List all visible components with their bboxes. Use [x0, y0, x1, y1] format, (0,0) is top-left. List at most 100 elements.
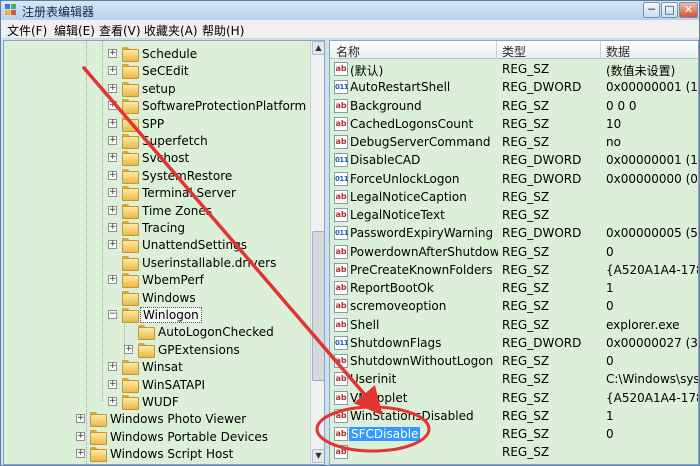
value-type: REG_SZ — [502, 372, 550, 387]
maximize-button[interactable]: □ — [661, 2, 678, 18]
table-row[interactable]: ab Background REG_SZ 0 0 0 — [330, 97, 698, 115]
close-button[interactable]: ✕ — [679, 2, 698, 18]
table-row[interactable]: abVMApplet REG_SZ {A520A1A4-1780-4 — [330, 389, 698, 407]
menu-view[interactable]: 查看(V) — [99, 22, 141, 39]
value-type: REG_SZ — [502, 98, 550, 113]
expand-icon[interactable]: + — [108, 153, 117, 163]
value-name: LegalNoticeCaption — [350, 189, 467, 204]
expand-icon[interactable]: + — [124, 344, 133, 354]
expand-icon[interactable]: + — [76, 414, 85, 424]
tree-item[interactable]: + SPP — [4, 116, 304, 133]
table-row[interactable]: 011 PasswordExpiryWarning REG_DWORD 0x00000… — [330, 224, 698, 242]
expand-icon[interactable]: + — [108, 118, 117, 128]
table-row[interactable]: ab ShutdownWithoutLogon REG_SZ 0 — [330, 352, 698, 370]
expand-icon[interactable]: + — [108, 66, 117, 76]
table-row[interactable]: ab LegalNoticeText REG_SZ — [330, 206, 698, 224]
table-row[interactable]: ab Shell REG_SZ explorer.exe — [330, 316, 698, 334]
tree-item[interactable]: + Windows Photo Viewer — [4, 411, 304, 428]
expand-icon[interactable]: + — [108, 223, 117, 232]
collapse-icon[interactable]: − — [108, 310, 117, 319]
expand-icon[interactable]: + — [108, 170, 117, 180]
table-row[interactable]: 011ShutdownFlags REG_DWORD 0x00000027 (39) — [330, 334, 698, 352]
expand-icon[interactable]: + — [76, 431, 85, 441]
tree-item[interactable]: + Time Zones — [4, 203, 304, 220]
registry-tree-pane[interactable]: + Schedule + SeCEdit + setup + SoftwareProtecti… — [3, 40, 325, 465]
table-row[interactable]: ab WinStationsDisabled REG_SZ 1 — [330, 407, 698, 425]
expand-icon[interactable]: + — [108, 101, 117, 111]
value-name: Shell — [350, 317, 380, 332]
value-type: REG_DWORD — [502, 80, 582, 95]
folder-icon — [138, 342, 155, 358]
tree-item[interactable]: + UnattendSettings — [4, 237, 304, 254]
tree-item[interactable]: + GPExtensions — [4, 342, 304, 359]
scroll-up-icon[interactable]: ▲ — [312, 41, 324, 55]
expand-icon[interactable]: + — [108, 362, 117, 372]
minimize-button[interactable]: ─ — [643, 2, 660, 18]
expand-icon[interactable]: + — [108, 275, 117, 285]
tree-item[interactable]: + SystemRestore — [4, 168, 304, 185]
column-header-type[interactable]: 类型 — [502, 43, 526, 60]
expand-icon[interactable]: + — [108, 136, 117, 145]
tree-item[interactable]: + Windows Script Host — [4, 446, 304, 463]
table-row[interactable]: ab PowerdownAfterShutdown REG_SZ 0 — [330, 243, 698, 261]
expand-icon[interactable]: + — [108, 49, 117, 58]
table-row[interactable]: ab SFCDisable REG_SZ 0 — [330, 425, 698, 443]
column-header-data[interactable]: 数据 — [606, 43, 630, 60]
value-name: DisableCAD — [350, 153, 421, 168]
tree-item[interactable]: + WbemPerf — [4, 272, 304, 289]
tree-item[interactable]: + Svchost — [4, 150, 304, 167]
tree-item[interactable]: + Superfetch — [4, 133, 304, 150]
tree-item[interactable]: + Winsat — [4, 359, 304, 376]
table-row[interactable]: ab PreCreateKnownFolders REG_SZ {A520A1A4-1… — [330, 261, 698, 279]
tree-item-label: UnattendSettings — [142, 238, 247, 253]
expand-icon[interactable]: + — [108, 83, 117, 93]
value-type: REG_SZ — [502, 116, 550, 131]
tree-item[interactable]: + WUDF — [4, 394, 304, 411]
tree-item-label: AutoLogonChecked — [158, 325, 274, 340]
table-row[interactable]: ab REG_SZ — [330, 443, 698, 461]
menu-edit[interactable]: 编辑(E) — [54, 22, 95, 39]
table-row[interactable]: ab CachedLogonsCount REG_SZ 10 — [330, 115, 698, 133]
column-header-name[interactable]: 名称 — [336, 43, 360, 60]
table-row[interactable]: ab (默认) REG_SZ (数值未设置) — [330, 60, 698, 78]
expand-icon[interactable]: + — [108, 379, 117, 389]
expand-icon[interactable]: + — [76, 449, 85, 459]
tree-item[interactable]: + Tracing — [4, 220, 304, 237]
table-row[interactable]: ab LegalNoticeCaption REG_SZ — [330, 188, 698, 206]
folder-icon — [122, 151, 139, 167]
tree-item[interactable]: + Windows Portable Devices — [4, 429, 304, 446]
table-row[interactable]: ab scremoveoption REG_SZ 0 — [330, 297, 698, 315]
tree-item[interactable]: − Winlogon — [4, 307, 304, 324]
table-row[interactable]: ab ReportBootOk REG_SZ 1 — [330, 279, 698, 297]
expand-icon[interactable]: + — [108, 205, 117, 215]
tree-item[interactable]: Windows — [4, 290, 304, 307]
menu-help[interactable]: 帮助(H) — [202, 22, 244, 39]
tree-item[interactable]: + SeCEdit — [4, 63, 304, 80]
scroll-down-icon[interactable]: ▼ — [312, 449, 324, 463]
expand-icon[interactable]: + — [108, 240, 117, 250]
folder-icon — [122, 116, 139, 132]
tree-item[interactable]: + setup — [4, 81, 304, 98]
table-row[interactable]: 011 DisableCAD REG_DWORD 0x00000001 (1) — [330, 151, 698, 169]
menu-favorites[interactable]: 收藏夹(A) — [144, 22, 198, 39]
expand-icon[interactable]: + — [108, 397, 117, 406]
tree-item[interactable]: Userinstallable.drivers — [4, 255, 304, 272]
tree-item[interactable]: AutoLogonChecked — [4, 324, 304, 341]
tree-item-label: SPP — [142, 116, 165, 131]
registry-values-pane[interactable]: 名称 类型 数据 ab (默认) REG_SZ (数值未设置) 011 AutoResta… — [329, 40, 699, 465]
table-row[interactable]: ab DebugServerCommand REG_SZ no — [330, 133, 698, 151]
folder-icon — [122, 64, 139, 80]
table-row[interactable]: 011 AutoRestartShell REG_DWORD 0x00000001 (… — [330, 78, 698, 96]
table-row[interactable]: 011 ForceUnlockLogon REG_DWORD 0x00000000 (… — [330, 170, 698, 188]
expand-icon[interactable]: + — [108, 188, 117, 198]
tree-item[interactable]: + Terminal Server — [4, 185, 304, 202]
tree-item[interactable]: + Schedule — [4, 46, 304, 63]
value-name: CachedLogonsCount — [350, 116, 474, 131]
menu-file[interactable]: 文件(F) — [7, 22, 47, 39]
tree-vertical-scrollbar[interactable]: ▲ ▼ — [310, 41, 324, 464]
table-row[interactable]: abUserinit REG_SZ C:\Windows\syster — [330, 370, 698, 388]
scroll-thumb[interactable] — [312, 231, 324, 381]
tree-item[interactable]: + WinSATAPI — [4, 377, 304, 394]
value-data: (数值未设置) — [606, 64, 676, 78]
tree-item[interactable]: + SoftwareProtectionPlatform — [4, 98, 306, 115]
